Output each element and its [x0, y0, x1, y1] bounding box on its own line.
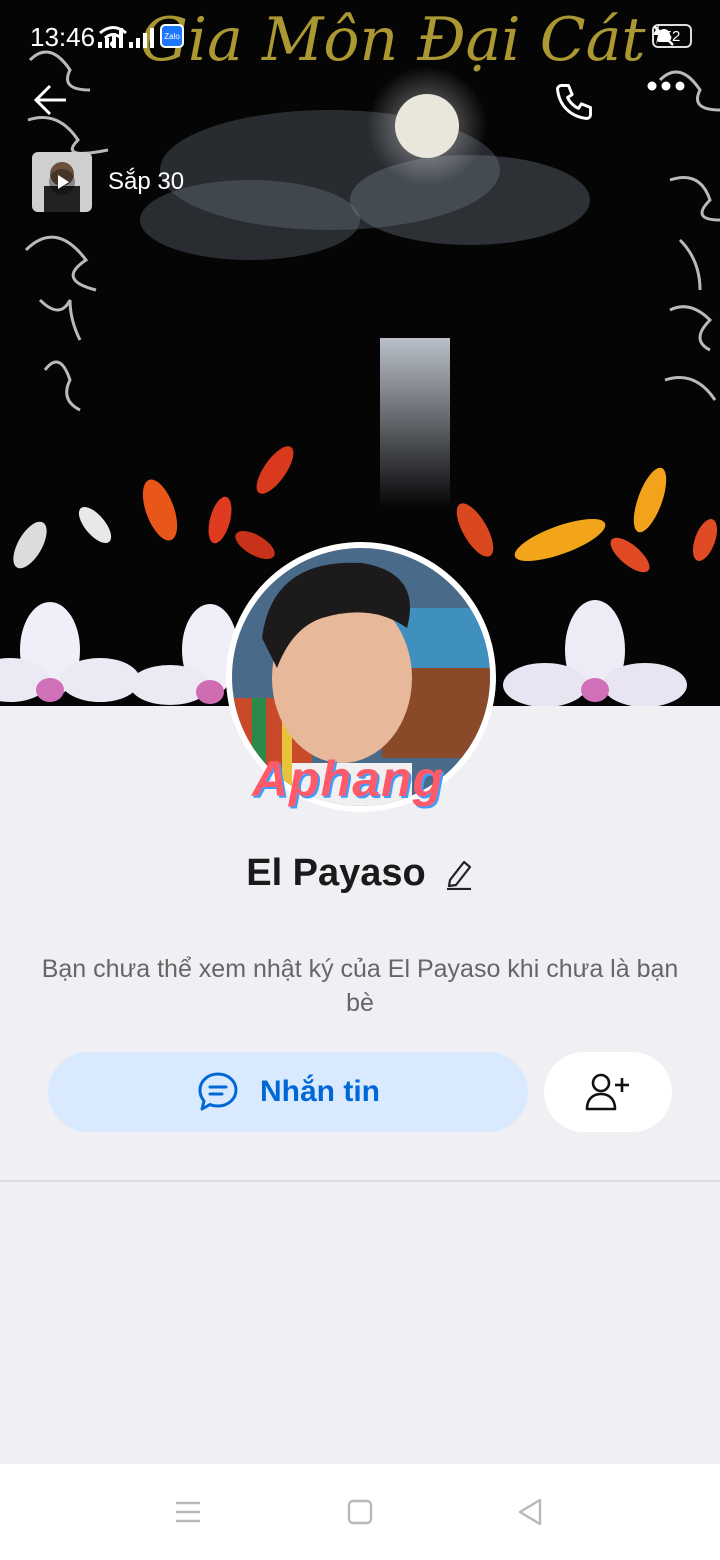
status-left-icons: Zalo [98, 24, 184, 48]
status-bar: 13:46 Zalo 52 [0, 0, 720, 72]
more-options-button[interactable] [646, 80, 696, 130]
add-friend-icon [585, 1073, 629, 1111]
chat-icon [198, 1072, 238, 1111]
story-item[interactable]: Sắp 30 [32, 152, 184, 212]
privacy-info-text: Bạn chưa thể xem nhật ký của El Payaso k… [41, 955, 679, 1017]
message-button[interactable]: Nhắn tin [48, 1052, 528, 1132]
phone-icon [556, 84, 592, 120]
zalo-notification-icon: Zalo [160, 24, 184, 48]
system-navigation-bar [0, 1464, 720, 1560]
wifi-icon [99, 26, 127, 47]
story-image [32, 152, 92, 212]
back-arrow-icon [33, 84, 66, 116]
back-icon[interactable] [516, 1497, 544, 1527]
add-friend-button[interactable] [544, 1052, 672, 1132]
status-time: 13:46 [30, 22, 96, 52]
back-button[interactable] [30, 80, 80, 130]
name-row: El Payaso [0, 852, 720, 895]
recent-apps-icon[interactable] [174, 1500, 202, 1524]
status-right-icons: 52 [652, 24, 692, 48]
story-thumbnail [32, 152, 92, 212]
charging-icon [653, 24, 663, 44]
signal-icon [129, 26, 154, 48]
watermark: Aphang [252, 751, 445, 807]
call-button[interactable] [552, 80, 602, 130]
home-icon[interactable] [347, 1499, 373, 1525]
edit-icon[interactable] [444, 858, 474, 890]
profile-name: El Payaso [246, 852, 426, 894]
message-button-label: Nhắn tin [260, 1075, 380, 1108]
more-icon [647, 81, 685, 91]
story-label: Sắp 30 [108, 168, 185, 195]
divider [0, 1180, 720, 1182]
